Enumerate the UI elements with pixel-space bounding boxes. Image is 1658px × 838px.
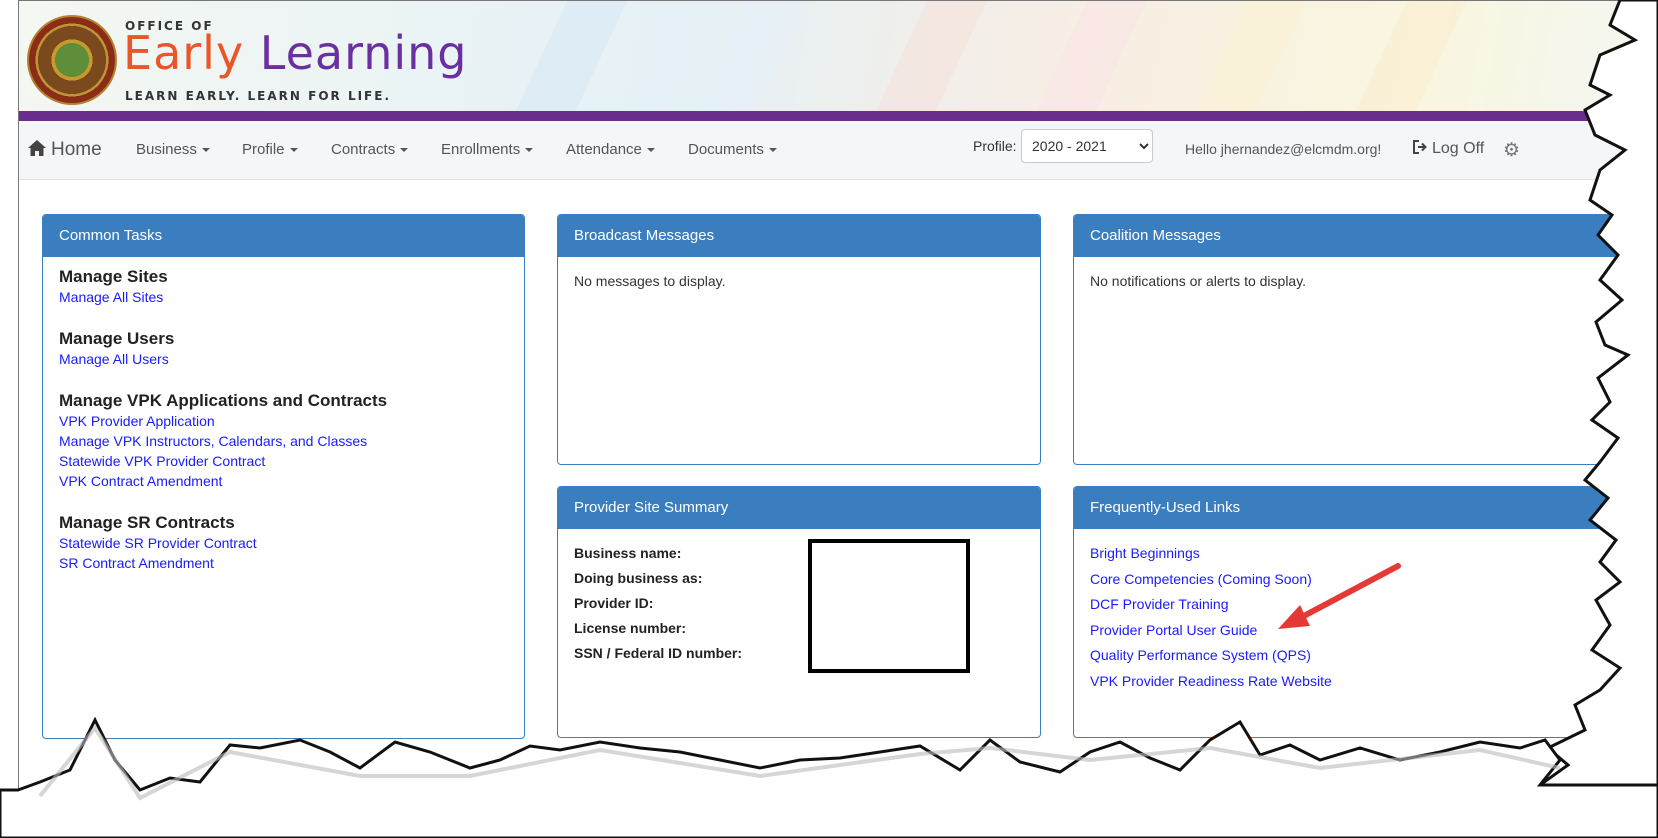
nav-profile[interactable]: Profile [242, 141, 298, 158]
caret-down-icon [201, 148, 210, 153]
header-divider [19, 111, 1658, 121]
log-off-label: Log Off [1432, 140, 1485, 157]
section-manage-vpk: Manage VPK Applications and Contracts [59, 391, 388, 410]
nav-business-label: Business [136, 141, 197, 158]
statewide-sr-contract-link[interactable]: Statewide SR Provider Contract [59, 533, 508, 553]
sign-out-icon [1413, 140, 1427, 154]
nav-documents[interactable]: Documents [688, 141, 777, 158]
log-off-link[interactable]: Log Off [1413, 140, 1484, 158]
profile-year-select[interactable]: 2020 - 2021 [1021, 129, 1153, 163]
decorative-ray [1332, 1, 1486, 111]
profile-label: Profile: [973, 138, 1017, 154]
decorative-ray [1172, 1, 1326, 111]
common-tasks-panel: Common Tasks Manage Sites Manage All Sit… [42, 214, 525, 739]
manage-all-sites-link[interactable]: Manage All Sites [59, 287, 508, 307]
frequently-used-links-panel: Frequently-Used Links Bright Beginnings … [1073, 486, 1635, 738]
caret-down-icon [768, 148, 777, 153]
nav-home[interactable]: Home [27, 139, 102, 161]
nav-business[interactable]: Business [136, 141, 210, 158]
manage-vpk-instructors-link[interactable]: Manage VPK Instructors, Calendars, and C… [59, 431, 508, 451]
decorative-ray [1012, 1, 1166, 111]
statewide-vpk-contract-link[interactable]: Statewide VPK Provider Contract [59, 451, 508, 471]
vpk-provider-application-link[interactable]: VPK Provider Application [59, 411, 508, 431]
main-navbar: Home Business Profile Contracts Enrollme… [19, 121, 1658, 180]
broadcast-messages-title: Broadcast Messages [558, 215, 1040, 257]
logo-title-learning: Learning [259, 26, 468, 80]
decorative-ray [492, 1, 646, 111]
caret-down-icon [646, 148, 655, 153]
site-header: OFFICE OF Early Learning LEARN EARLY. LE… [19, 1, 1658, 111]
nav-profile-label: Profile [242, 141, 285, 158]
nav-attendance-label: Attendance [566, 141, 642, 158]
coalition-messages-title: Coalition Messages [1074, 215, 1634, 257]
gear-icon[interactable]: ⚙ [1503, 139, 1520, 162]
broadcast-messages-body: No messages to display. [574, 273, 726, 289]
decorative-ray [852, 1, 1006, 111]
logo-tagline: LEARN EARLY. LEARN FOR LIFE. [125, 89, 392, 103]
coalition-messages-body: No notifications or alerts to display. [1090, 273, 1307, 289]
nav-contracts[interactable]: Contracts [331, 141, 409, 158]
section-manage-users: Manage Users [59, 329, 175, 348]
vpk-contract-amendment-link[interactable]: VPK Contract Amendment [59, 471, 508, 491]
provider-site-summary-panel: Provider Site Summary Business name: Doi… [557, 486, 1041, 738]
logo-title-early: Early [123, 26, 245, 80]
nav-attendance[interactable]: Attendance [566, 141, 655, 158]
sr-contract-amendment-link[interactable]: SR Contract Amendment [59, 553, 508, 573]
broadcast-messages-panel: Broadcast Messages No messages to displa… [557, 214, 1041, 465]
coalition-messages-panel: Coalition Messages No notifications or a… [1073, 214, 1635, 465]
logo-title[interactable]: Early Learning [123, 27, 468, 79]
dcf-provider-training-link[interactable]: DCF Provider Training [1090, 592, 1618, 618]
redaction-box [808, 539, 970, 673]
caret-down-icon [400, 148, 409, 153]
nav-documents-label: Documents [688, 141, 764, 158]
vpk-readiness-rate-link[interactable]: VPK Provider Readiness Rate Website [1090, 669, 1618, 695]
state-seal-logo [27, 15, 117, 105]
nav-home-label: Home [51, 139, 102, 160]
core-competencies-link[interactable]: Core Competencies (Coming Soon) [1090, 567, 1618, 593]
user-greeting: Hello jhernandez@elcmdm.org! [1185, 141, 1382, 157]
decorative-ray [672, 1, 826, 111]
provider-portal-user-guide-link[interactable]: Provider Portal User Guide [1090, 618, 1618, 644]
manage-all-users-link[interactable]: Manage All Users [59, 349, 508, 369]
bright-beginnings-link[interactable]: Bright Beginnings [1090, 541, 1618, 567]
section-manage-sites: Manage Sites [59, 267, 168, 286]
frequently-used-links-title: Frequently-Used Links [1074, 487, 1634, 529]
provider-site-summary-title: Provider Site Summary [558, 487, 1040, 529]
section-manage-sr: Manage SR Contracts [59, 513, 235, 532]
caret-down-icon [525, 148, 534, 153]
nav-contracts-label: Contracts [331, 141, 396, 158]
home-icon [28, 140, 46, 156]
quality-performance-system-link[interactable]: Quality Performance System (QPS) [1090, 643, 1618, 669]
browser-page: OFFICE OF Early Learning LEARN EARLY. LE… [18, 0, 1658, 791]
nav-enrollments[interactable]: Enrollments [441, 141, 534, 158]
nav-enrollments-label: Enrollments [441, 141, 521, 158]
caret-down-icon [289, 148, 298, 153]
common-tasks-title: Common Tasks [43, 215, 524, 257]
